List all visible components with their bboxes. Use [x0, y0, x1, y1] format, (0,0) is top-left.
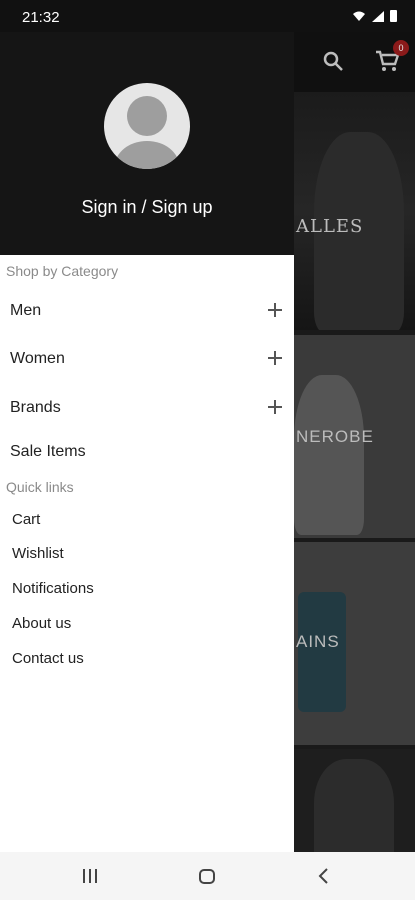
banner-tile[interactable]: NEROBE	[294, 335, 415, 538]
model-figure	[294, 375, 364, 535]
status-icons	[352, 10, 397, 22]
banner-tile[interactable]	[294, 749, 415, 852]
recents-icon[interactable]	[83, 869, 99, 883]
category-women[interactable]: Women	[10, 350, 65, 368]
sale-items-link[interactable]: Sale Items	[10, 443, 86, 461]
avatar-shoulders	[115, 141, 179, 169]
search-icon[interactable]	[322, 50, 344, 72]
category-men[interactable]: Men	[10, 302, 41, 320]
cart-count-badge: 0	[393, 40, 409, 56]
avatar-icon[interactable]	[104, 83, 190, 169]
bag-figure	[298, 592, 346, 712]
wifi-icon	[353, 11, 365, 21]
shop-by-category-heading: Shop by Category	[6, 263, 119, 279]
signal-icon	[372, 10, 384, 22]
navigation-drawer: Sign in / Sign up Shop by Category Men W…	[0, 32, 294, 852]
system-nav-bar	[0, 852, 415, 900]
status-bar: 21:32	[0, 0, 415, 32]
quick-link-notifications[interactable]: Notifications	[12, 580, 94, 597]
banner-tile[interactable]: AINS	[294, 542, 415, 745]
drawer-header: Sign in / Sign up	[0, 32, 294, 255]
banner-label: NEROBE	[296, 427, 374, 446]
quick-link-wishlist[interactable]: Wishlist	[12, 545, 64, 562]
model-figure	[314, 759, 394, 852]
expand-plus-icon[interactable]	[268, 303, 282, 317]
expand-plus-icon[interactable]	[268, 351, 282, 365]
quick-link-contact-us[interactable]: Contact us	[12, 650, 84, 667]
quick-link-about-us[interactable]: About us	[12, 615, 71, 632]
sign-in-link[interactable]: Sign in / Sign up	[0, 197, 294, 218]
banner-label: ALLES	[296, 216, 364, 237]
quick-link-cart[interactable]: Cart	[12, 511, 40, 528]
category-brands[interactable]: Brands	[10, 399, 61, 417]
status-time: 21:32	[22, 9, 60, 26]
quick-links-heading: Quick links	[6, 479, 74, 495]
banner-label: AINS	[296, 632, 340, 651]
home-icon[interactable]	[199, 869, 215, 884]
avatar-head	[127, 96, 167, 136]
banner-tile[interactable]: ALLES	[294, 92, 415, 330]
expand-plus-icon[interactable]	[268, 400, 282, 414]
back-icon[interactable]	[316, 867, 332, 885]
battery-icon	[390, 10, 397, 22]
